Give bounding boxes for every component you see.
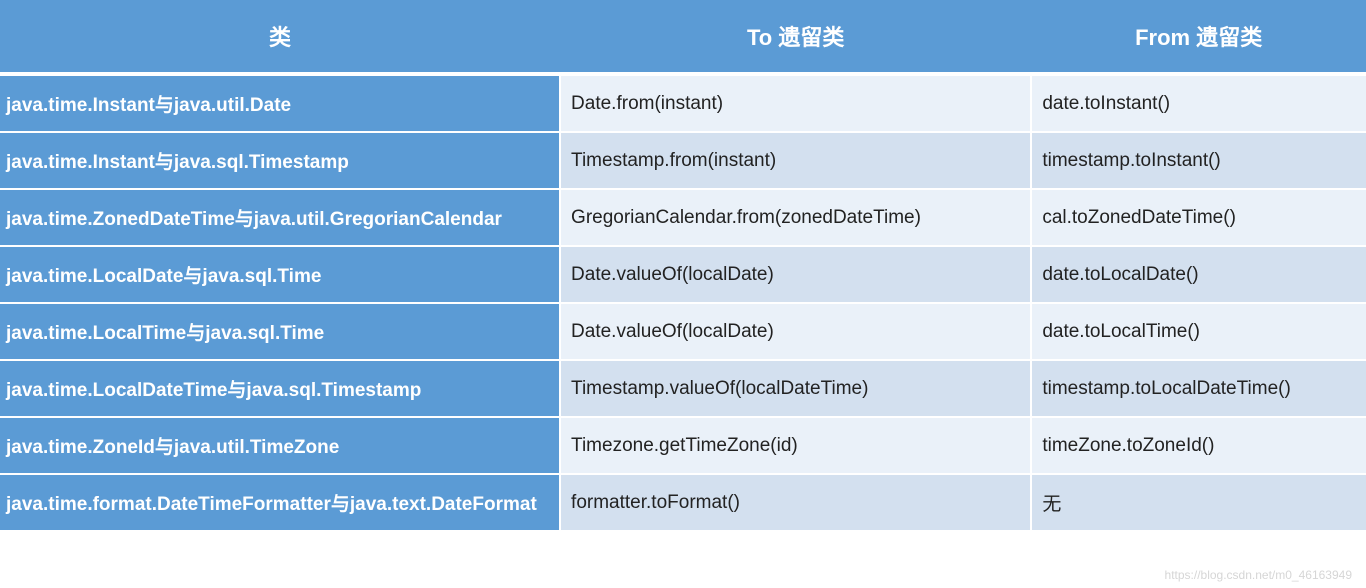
header-class: 类 xyxy=(0,0,560,74)
table-header-row: 类 To 遗留类 From 遗留类 xyxy=(0,0,1366,74)
cell-class: java.time.LocalDate与java.sql.Time xyxy=(0,246,560,303)
cell-class: java.time.Instant与java.util.Date xyxy=(0,74,560,132)
cell-from: timestamp.toLocalDateTime() xyxy=(1031,360,1366,417)
cell-class: java.time.Instant与java.sql.Timestamp xyxy=(0,132,560,189)
cell-class: java.time.ZoneId与java.util.TimeZone xyxy=(0,417,560,474)
cell-from: 无 xyxy=(1031,474,1366,531)
table-row: java.time.Instant与java.util.Date Date.fr… xyxy=(0,74,1366,132)
cell-class: java.time.LocalTime与java.sql.Time xyxy=(0,303,560,360)
cell-from: timestamp.toInstant() xyxy=(1031,132,1366,189)
table-row: java.time.ZoneId与java.util.TimeZone Time… xyxy=(0,417,1366,474)
cell-from: date.toInstant() xyxy=(1031,74,1366,132)
java-time-conversion-table: 类 To 遗留类 From 遗留类 java.time.Instant与java… xyxy=(0,0,1366,532)
cell-from: date.toLocalTime() xyxy=(1031,303,1366,360)
table-row: java.time.LocalTime与java.sql.Time Date.v… xyxy=(0,303,1366,360)
cell-to: Timestamp.from(instant) xyxy=(560,132,1031,189)
cell-class: java.time.ZonedDateTime与java.util.Gregor… xyxy=(0,189,560,246)
cell-class: java.time.format.DateTimeFormatter与java.… xyxy=(0,474,560,531)
cell-to: Timezone.getTimeZone(id) xyxy=(560,417,1031,474)
cell-to: Date.from(instant) xyxy=(560,74,1031,132)
cell-to: GregorianCalendar.from(zonedDateTime) xyxy=(560,189,1031,246)
table-row: java.time.LocalDate与java.sql.Time Date.v… xyxy=(0,246,1366,303)
table-row: java.time.Instant与java.sql.Timestamp Tim… xyxy=(0,132,1366,189)
header-from-legacy: From 遗留类 xyxy=(1031,0,1366,74)
header-to-legacy: To 遗留类 xyxy=(560,0,1031,74)
table-row: java.time.ZonedDateTime与java.util.Gregor… xyxy=(0,189,1366,246)
cell-to: Date.valueOf(localDate) xyxy=(560,303,1031,360)
cell-to: formatter.toFormat() xyxy=(560,474,1031,531)
table-body: java.time.Instant与java.util.Date Date.fr… xyxy=(0,74,1366,531)
cell-to: Timestamp.valueOf(localDateTime) xyxy=(560,360,1031,417)
watermark-text: https://blog.csdn.net/m0_46163949 xyxy=(1165,568,1352,582)
cell-class: java.time.LocalDateTime与java.sql.Timesta… xyxy=(0,360,560,417)
table-row: java.time.format.DateTimeFormatter与java.… xyxy=(0,474,1366,531)
cell-from: cal.toZonedDateTime() xyxy=(1031,189,1366,246)
cell-from: date.toLocalDate() xyxy=(1031,246,1366,303)
cell-from: timeZone.toZoneId() xyxy=(1031,417,1366,474)
cell-to: Date.valueOf(localDate) xyxy=(560,246,1031,303)
table-row: java.time.LocalDateTime与java.sql.Timesta… xyxy=(0,360,1366,417)
